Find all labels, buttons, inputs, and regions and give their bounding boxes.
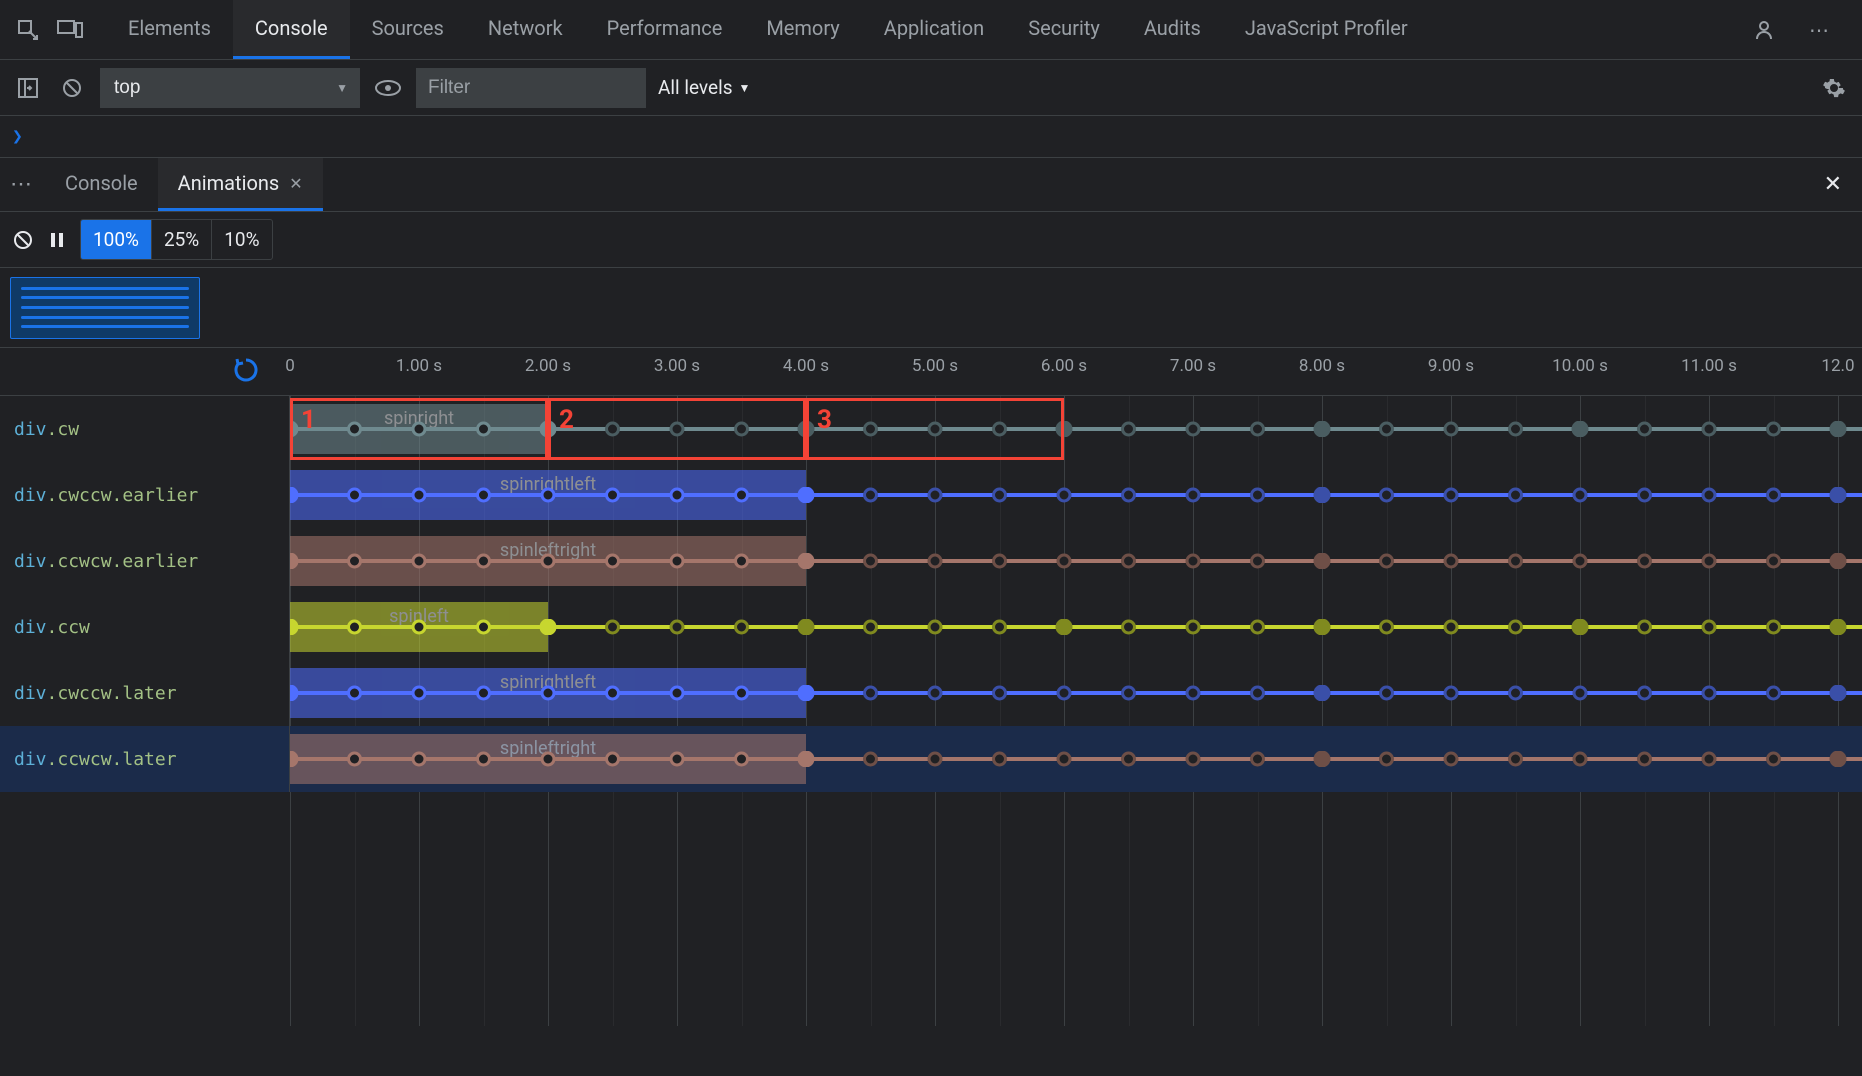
drawer-close-icon[interactable]: ✕ [1814, 172, 1852, 197]
animation-group-chip[interactable] [10, 277, 200, 339]
drawer-more-icon[interactable]: ⋯ [10, 172, 35, 197]
ruler-tick: 2.00 s [525, 356, 571, 376]
animation-row-selector[interactable]: div.ccw [0, 594, 290, 660]
more-icon[interactable]: ⋯ [1802, 12, 1838, 48]
context-select[interactable]: top [100, 68, 360, 108]
log-levels-label: All levels [658, 76, 733, 99]
devtools-top-bar: ElementsConsoleSourcesNetworkPerformance… [0, 0, 1862, 60]
pause-animations-icon[interactable] [48, 231, 66, 249]
console-toolbar: top All levels ▼ [0, 60, 1862, 116]
ruler-tick: 5.00 s [912, 356, 958, 376]
ruler-tick: 1.00 s [396, 356, 442, 376]
devtools-tabs: ElementsConsoleSourcesNetworkPerformance… [106, 0, 1746, 59]
animation-timeline: 0 1.00 s 2.00 s 3.00 s 4.00 s 5.00 s 6.00 s 7.0… [0, 348, 1862, 1026]
speed-10pct[interactable]: 10% [212, 220, 271, 259]
tab-application[interactable]: Application [862, 0, 1006, 59]
ruler-tick: 3.00 s [654, 356, 700, 376]
tab-console[interactable]: Console [233, 0, 350, 59]
ruler-tick: 10.00 s [1552, 356, 1608, 376]
drawer-tab-animations[interactable]: Animations ✕ [158, 158, 323, 211]
animation-row[interactable]: div.cwspinright123 [0, 396, 1862, 462]
animation-row-selector[interactable]: div.cw [0, 396, 290, 462]
console-sidebar-toggle-icon[interactable] [12, 72, 44, 104]
animation-row-selector[interactable]: div.ccwcw.later [0, 726, 290, 792]
tab-network[interactable]: Network [466, 0, 585, 59]
tab-close-icon[interactable]: ✕ [289, 174, 302, 193]
animation-row[interactable]: div.cwccw.laterspinrightleft [0, 660, 1862, 726]
timeline-ruler[interactable]: 0 1.00 s 2.00 s 3.00 s 4.00 s 5.00 s 6.00 s 7.0… [0, 348, 1862, 396]
speed-100pct[interactable]: 100% [81, 220, 152, 259]
tab-audits[interactable]: Audits [1122, 0, 1223, 59]
device-toggle-icon[interactable] [52, 12, 88, 48]
drawer-tab-label: Console [65, 171, 138, 195]
drawer-tab-label: Animations [178, 171, 280, 195]
drawer-tab-console[interactable]: Console [45, 158, 158, 211]
replay-icon[interactable] [232, 356, 260, 384]
filter-input[interactable] [416, 68, 646, 108]
animation-row[interactable]: div.ccwcw.laterspinleftright [0, 726, 1862, 792]
animation-row[interactable]: div.cwccw.earlierspinrightleft [0, 462, 1862, 528]
clear-animations-icon[interactable] [12, 229, 34, 251]
ruler-tick: 12.0 [1821, 356, 1854, 376]
ruler-tick: 11.00 s [1681, 356, 1737, 376]
animations-toolbar: 100%25%10% [0, 212, 1862, 268]
animation-row-selector[interactable]: div.cwccw.earlier [0, 462, 290, 528]
ruler-tick: 4.00 s [783, 356, 829, 376]
animation-row[interactable]: div.ccwcw.earlierspinleftright [0, 528, 1862, 594]
tab-memory[interactable]: Memory [744, 0, 861, 59]
tab-security[interactable]: Security [1006, 0, 1122, 59]
inspect-icon[interactable] [10, 12, 46, 48]
animation-group-strip [0, 268, 1862, 348]
speed-25pct[interactable]: 25% [152, 220, 212, 259]
live-expression-icon[interactable] [372, 72, 404, 104]
log-levels-button[interactable]: All levels ▼ [658, 76, 750, 99]
drawer-tabs: ⋯ Console Animations ✕ ✕ [0, 158, 1862, 212]
playback-speed-group: 100%25%10% [80, 219, 273, 260]
console-input-row[interactable]: ❯ [0, 116, 1862, 158]
ruler-tick: 6.00 s [1041, 356, 1087, 376]
tab-javascript-profiler[interactable]: JavaScript Profiler [1223, 0, 1430, 59]
clear-console-icon[interactable] [56, 72, 88, 104]
ruler-tick: 0 [285, 356, 295, 376]
ruler-tick: 8.00 s [1299, 356, 1345, 376]
tab-elements[interactable]: Elements [106, 0, 233, 59]
ruler-tick: 7.00 s [1170, 356, 1216, 376]
console-settings-icon[interactable] [1818, 72, 1850, 104]
feedback-icon[interactable] [1746, 12, 1782, 48]
animation-row-selector[interactable]: div.ccwcw.earlier [0, 528, 290, 594]
ruler-tick: 9.00 s [1428, 356, 1474, 376]
tab-performance[interactable]: Performance [585, 0, 745, 59]
tab-sources[interactable]: Sources [350, 0, 466, 59]
animation-row[interactable]: div.ccwspinleft [0, 594, 1862, 660]
animation-row-selector[interactable]: div.cwccw.later [0, 660, 290, 726]
prompt-caret-icon: ❯ [12, 126, 23, 147]
